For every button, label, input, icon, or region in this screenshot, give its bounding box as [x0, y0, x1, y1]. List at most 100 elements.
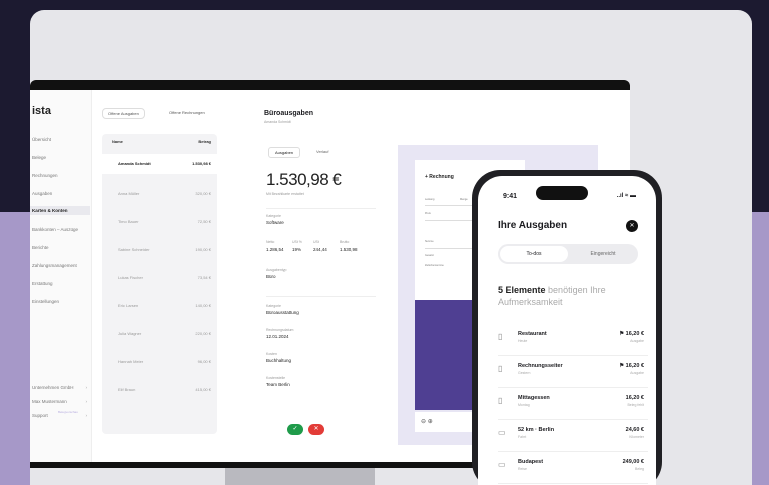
net-value[interactable]: 1.286,54	[266, 247, 284, 252]
row-name: Anna Müller	[118, 191, 140, 196]
zoom-icon[interactable]: ⊖ ⊕	[421, 418, 433, 425]
doc-text: Menge	[460, 198, 468, 201]
list-item[interactable]: ▯ Mittagessen Montag 16,20 € Beleg fehlt	[498, 388, 648, 420]
tab-open-invoices[interactable]: Offene Rechnungen	[164, 108, 210, 117]
account-value[interactable]: Büroausstattung	[266, 310, 299, 315]
item-sub: Montag	[518, 403, 530, 407]
column-header-name: Name	[112, 139, 123, 144]
row-amount: 72,50 €	[197, 219, 211, 224]
account-label: Kategorie	[266, 304, 281, 308]
amount-note: Mit Bezahlkarte erstattet	[266, 192, 304, 196]
category-value[interactable]: Software	[266, 220, 284, 225]
item-note: Kilometer	[629, 435, 644, 439]
item-amount: 16,20 €	[625, 395, 644, 401]
sidebar-item-bank-statements[interactable]: Bankkonten – Auszüge	[30, 227, 90, 232]
tab-expenses[interactable]: Ausgaben	[268, 147, 301, 158]
list-item[interactable]: ▭ Budapest Reise 249,00 € Beleg	[498, 452, 648, 484]
detail-subtitle: Amanda Schmidt	[264, 120, 291, 124]
vat-label: USt	[313, 240, 319, 244]
sidebar-item-receipts[interactable]: Belege	[30, 155, 90, 160]
row-name: Timo Bauer	[118, 219, 139, 224]
doc-text: Gesamt	[425, 254, 434, 257]
cost-center-value[interactable]: Team Berlin	[266, 382, 290, 387]
reject-button[interactable]: ✕	[308, 424, 324, 435]
sidebar-item-reimbursement[interactable]: Erstattung	[30, 281, 90, 286]
item-sub: Reise	[518, 467, 527, 471]
detail-title: Büroausgaben	[264, 110, 314, 117]
item-sub: Heute	[518, 339, 528, 343]
doc-text: Zwischensumme	[425, 264, 444, 267]
sidebar-item-company[interactable]: Unternehmen GmbH	[30, 385, 90, 390]
row-amount: 96,00 €	[197, 359, 211, 364]
receipt-caption: Belegvorschau	[58, 410, 78, 414]
card-icon: ▭	[498, 460, 506, 469]
segmented-control: To-dos Eingereicht	[498, 244, 638, 264]
gross-label: Brutto	[340, 240, 350, 244]
tab-history[interactable]: Verlauf	[310, 147, 334, 156]
cost-value[interactable]: Buchhaltung	[266, 358, 291, 363]
tab-submitted[interactable]: Eingereicht	[570, 246, 636, 262]
cost-label: Kosten	[266, 352, 277, 356]
row-name: Sabine Schneider	[118, 247, 150, 252]
table-row[interactable]: Lukas Fischer 73,54 €	[102, 268, 217, 288]
table-row[interactable]: Amanda Schmidt 1.530,98 €	[102, 154, 217, 174]
net-label: Netto	[266, 240, 275, 244]
showcase-card: ista Übersicht Belege Rechnungen Ausgabe…	[30, 10, 752, 485]
list-item[interactable]: ▭ 52 km · Berlin Fahrt 24,60 € Kilometer	[498, 420, 648, 452]
sidebar-item-invoices[interactable]: Rechnungen	[30, 173, 90, 178]
card-icon: ▭	[498, 428, 506, 437]
column-header-amount: Betrag	[198, 139, 211, 144]
doc-text: Leistung	[425, 198, 435, 201]
row-amount: 220,00 €	[195, 331, 211, 336]
item-name: Mittagessen	[518, 395, 550, 401]
expense-amount: 1.530,98 €	[266, 170, 342, 189]
sidebar-item-overview[interactable]: Übersicht	[30, 137, 90, 142]
table-row[interactable]: Sabine Schneider 190,00 €	[102, 240, 217, 260]
list-item[interactable]: ▯ Restaurant Heute ⚑ 16,20 € Ausgabe	[498, 324, 648, 356]
table-row[interactable]: Elif Braun 415,00 €	[102, 380, 217, 400]
receipt-icon: ▯	[498, 364, 503, 373]
item-amount: ⚑ 16,20 €	[619, 363, 644, 369]
item-sub: Gestern	[518, 371, 531, 375]
invoice-title: + Rechnung	[425, 174, 454, 180]
sidebar: ista Übersicht Belege Rechnungen Ausgabe…	[30, 90, 92, 462]
receipt-icon: ▯	[498, 396, 503, 405]
vat-value[interactable]: 244,44	[313, 247, 327, 252]
sidebar-item-cards-accounts[interactable]: Karten & Konten	[30, 206, 90, 215]
tab-todos[interactable]: To-dos	[500, 246, 568, 262]
dynamic-island	[536, 186, 588, 200]
category-label: Kategorie	[266, 214, 281, 218]
row-amount: 73,54 €	[197, 275, 211, 280]
row-name: Amanda Schmidt	[118, 161, 151, 166]
app-logo: ista	[32, 105, 51, 117]
vat-rate-value[interactable]: 19%	[292, 247, 301, 252]
row-amount: 320,00 €	[195, 191, 211, 196]
row-amount: 190,00 €	[195, 247, 211, 252]
close-icon[interactable]: ✕	[626, 220, 638, 232]
type-label: Ausgabentyp	[266, 268, 287, 272]
row-name: Lukas Fischer	[118, 275, 143, 280]
list-item[interactable]: ▯ Rechnungsseiter Gestern ⚑ 16,20 € Ausg…	[498, 356, 648, 388]
sidebar-item-expenses[interactable]: Ausgaben	[30, 191, 90, 196]
row-name: Eric Larsen	[118, 303, 139, 308]
sidebar-item-settings[interactable]: Einstellungen	[30, 299, 90, 304]
table-row[interactable]: Julia Wagner 220,00 €	[102, 324, 217, 344]
item-note: Beleg	[635, 467, 644, 471]
type-value[interactable]: Büro	[266, 274, 276, 279]
sidebar-item-payments[interactable]: Zahlungsmanagement	[30, 263, 90, 268]
table-row[interactable]: Anna Müller 320,00 €	[102, 184, 217, 204]
row-amount: 415,00 €	[195, 387, 211, 392]
date-value[interactable]: 12.01.2024	[266, 334, 289, 339]
item-amount: ⚑ 16,20 €	[619, 331, 644, 337]
approve-button[interactable]: ✓	[287, 424, 303, 435]
item-sub: Fahrt	[518, 435, 527, 439]
gross-value[interactable]: 1.530,98	[340, 247, 358, 252]
table-row[interactable]: Eric Larsen 140,00 €	[102, 296, 217, 316]
table-row[interactable]: Hannah Meier 96,00 €	[102, 352, 217, 372]
sidebar-item-reports[interactable]: Berichte	[30, 245, 90, 250]
doc-text: Summe	[425, 240, 434, 243]
vat-rate-label: USt %	[292, 240, 302, 244]
tab-open-expenses[interactable]: Offene Ausgaben	[102, 108, 145, 119]
sidebar-item-user[interactable]: Max Mustermann	[30, 399, 90, 404]
table-row[interactable]: Timo Bauer 72,50 €	[102, 212, 217, 232]
